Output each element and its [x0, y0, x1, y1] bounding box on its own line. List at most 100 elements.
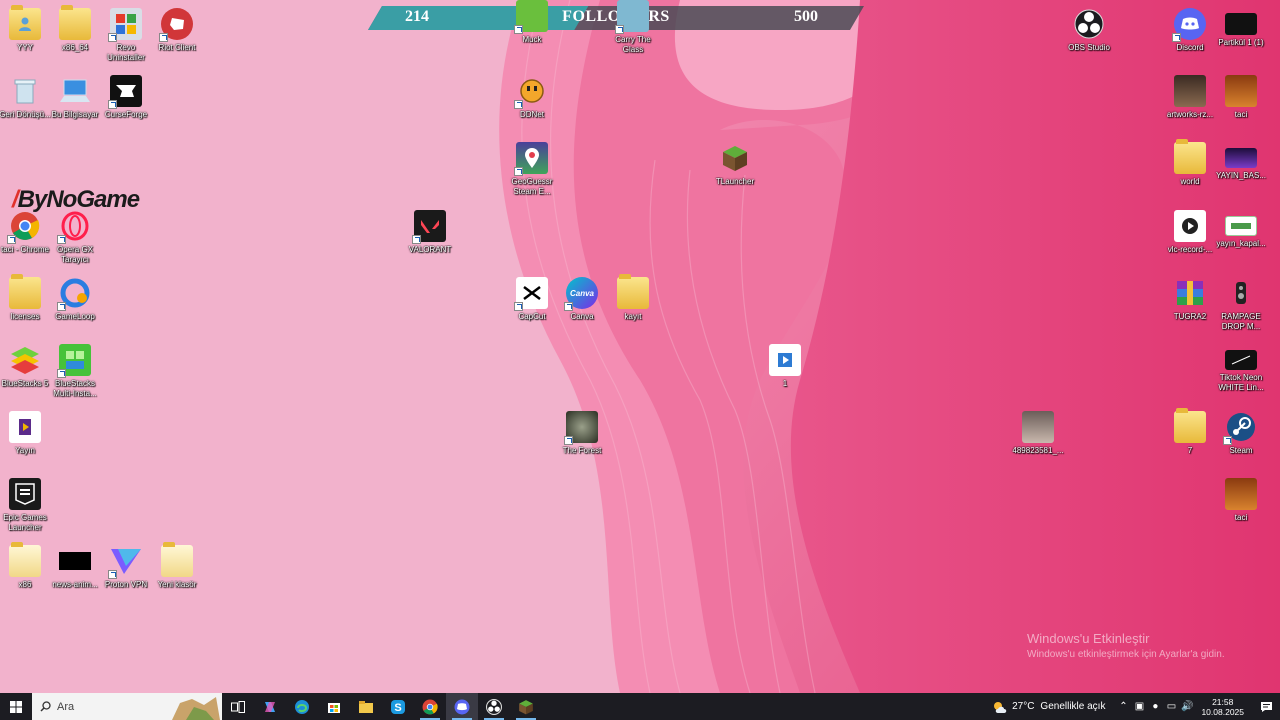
- folder-user-icon: [9, 5, 41, 40]
- clock-date: 10.08.2025: [1201, 706, 1244, 717]
- volume-icon[interactable]: 🔊: [1179, 701, 1195, 712]
- desktop-icon-tugra[interactable]: TUGRA2: [1162, 273, 1218, 339]
- taskbar-chrome[interactable]: [414, 693, 446, 720]
- desktop-icon-tiktok-neon[interactable]: Tiktok Neon WHITE Lin...: [1213, 340, 1269, 406]
- image-thumbnail-icon: [1225, 478, 1257, 510]
- chrome-icon: [422, 699, 438, 714]
- search-icon: [40, 701, 51, 712]
- desktop-icon-proton-vpn[interactable]: Proton VPN: [98, 541, 154, 607]
- chevron-up-icon[interactable]: ⌃: [1115, 701, 1131, 712]
- muck-icon: [514, 0, 548, 34]
- tlauncher-icon: [519, 699, 533, 714]
- taskbar-store[interactable]: [318, 693, 350, 720]
- desktop-icon-bluestacks-multi[interactable]: BlueStacks Multi-Insta...: [47, 340, 103, 406]
- desktop-icon-kayit[interactable]: kayıt: [605, 273, 661, 339]
- weather-widget[interactable]: 27°C Genellikle açık: [992, 700, 1105, 714]
- taskbar-search-box[interactable]: Ara: [32, 693, 222, 720]
- folder-icon: [161, 542, 193, 577]
- desktop-icon-obs[interactable]: OBS Studio: [1061, 4, 1117, 70]
- start-button[interactable]: [0, 693, 32, 720]
- desktop-icon-muck[interactable]: Muck: [504, 0, 560, 62]
- desktop-icon-yeni-klasor[interactable]: Yeni klasör: [149, 541, 205, 607]
- desktop-icon-taci-1[interactable]: taci: [1213, 71, 1269, 137]
- notification-icon: [1260, 701, 1272, 712]
- file-explorer-icon: [359, 700, 373, 713]
- notification-center-button[interactable]: [1252, 701, 1280, 713]
- desktop-icon-yayin[interactable]: Yayın: [0, 407, 53, 473]
- desktop-icon-image-489[interactable]: 489823581_...: [1010, 407, 1066, 473]
- desktop-icon-gameloop[interactable]: GameLoop: [47, 273, 103, 339]
- taskbar-tlauncher[interactable]: [510, 693, 542, 720]
- desktop-icon-taci-2[interactable]: taci: [1213, 474, 1269, 540]
- video-thumbnail-icon: [59, 545, 91, 577]
- desktop-icon-news-anim[interactable]: news-anim...: [47, 541, 103, 607]
- taskbar: Ara S 27°C Genellikle açık ⌃ ▣ ● ▭ 🔊 21:…: [0, 693, 1280, 720]
- desktop[interactable]: 214 FOLLOWERS 500 /ByNoGame YYY x86_64 R…: [0, 0, 1280, 693]
- valorant-icon: [412, 210, 446, 244]
- desktop-icon-ddnet[interactable]: DDNet: [504, 71, 560, 137]
- desktop-icon-partikul[interactable]: Partikül 1 (1): [1213, 4, 1269, 70]
- desktop-icon-yayin-bas[interactable]: YAYIN_BAS...: [1213, 138, 1269, 204]
- desktop-icon-geoguessr[interactable]: GeoGuessr Steam E...: [504, 138, 560, 204]
- folder-icon: [617, 274, 649, 309]
- desktop-icon-opera-gx[interactable]: Opera GX Tarayıcı: [47, 206, 103, 272]
- desktop-icon-curseforge[interactable]: CurseForge: [98, 71, 154, 137]
- geoguessr-icon: [514, 142, 548, 176]
- tlauncher-icon: [719, 142, 751, 174]
- desktop-icon-licenses[interactable]: licenses: [0, 273, 53, 339]
- clock[interactable]: 21:58 10.08.2025: [1201, 697, 1244, 717]
- network-icon[interactable]: ▭: [1163, 701, 1179, 712]
- obs-icon: [1073, 8, 1105, 40]
- desktop-icon-epic-games[interactable]: Epic Games Launcher: [0, 474, 53, 540]
- curseforge-icon: [108, 75, 142, 109]
- desktop-icon-recycle-bin[interactable]: Geri Dönüşü...: [0, 71, 53, 137]
- image-thumbnail-icon: [1022, 411, 1054, 443]
- media-file-icon: [769, 344, 801, 376]
- obs-icon: [486, 698, 502, 715]
- desktop-icon-the-forest[interactable]: The Forest: [554, 407, 610, 473]
- desktop-icon-rampage[interactable]: RAMPAGE DROP M...: [1213, 273, 1269, 339]
- desktop-icon-world[interactable]: world: [1162, 138, 1218, 204]
- desktop-icon-artworks[interactable]: artworks-rz...: [1162, 71, 1218, 137]
- taskbar-skype[interactable]: S: [382, 693, 414, 720]
- audio-file-icon: [1225, 277, 1257, 309]
- desktop-icon-carry-the-glass[interactable]: Carry The Glass: [605, 0, 661, 62]
- desktop-icon-discord[interactable]: Discord: [1162, 4, 1218, 70]
- meet-now-icon[interactable]: ▣: [1131, 701, 1147, 712]
- taskbar-discord[interactable]: [446, 693, 478, 720]
- desktop-icon-x86-64[interactable]: x86_64: [47, 4, 103, 70]
- desktop-icon-tlauncher[interactable]: TLauncher: [707, 138, 763, 204]
- weather-sun-icon: [994, 701, 1007, 713]
- desktop-icon-folder-7[interactable]: 7: [1162, 407, 1218, 473]
- desktop-icon-canva[interactable]: Canva Canva: [554, 273, 610, 339]
- desktop-icon-revo[interactable]: Revo Uninstaller: [98, 4, 154, 70]
- folder-icon: [1174, 139, 1206, 174]
- desktop-icon-riot[interactable]: Riot Client: [149, 4, 205, 70]
- desktop-icon-file-1[interactable]: 1: [757, 340, 813, 406]
- desktop-icon-yyy[interactable]: YYY: [0, 4, 53, 70]
- desktop-icon-vlc-record[interactable]: vlc-record-...: [1162, 206, 1218, 272]
- microphone-icon[interactable]: ●: [1147, 701, 1163, 712]
- desktop-icon-this-pc[interactable]: Bu Bilgisayar: [47, 71, 103, 137]
- desktop-icon-valorant[interactable]: VALORANT: [402, 206, 458, 272]
- desktop-icon-x86[interactable]: x86: [0, 541, 53, 607]
- capcut-icon: [514, 277, 548, 311]
- discord-icon: [454, 699, 470, 714]
- desktop-icon-steam[interactable]: Steam: [1213, 407, 1269, 473]
- edge-icon: [295, 699, 309, 714]
- riot-client-icon: [159, 8, 193, 42]
- desktop-icon-capcut[interactable]: CapCut: [504, 273, 560, 339]
- svg-text:S: S: [394, 702, 401, 714]
- skype-icon: S: [391, 699, 405, 714]
- taskbar-edge[interactable]: [286, 693, 318, 720]
- video-thumbnail-icon: [1225, 13, 1257, 35]
- task-view-button[interactable]: [222, 693, 254, 720]
- taskbar-file-explorer[interactable]: [350, 693, 382, 720]
- taskbar-obs[interactable]: [478, 693, 510, 720]
- store-icon: [328, 702, 340, 713]
- carry-the-glass-icon: [615, 0, 649, 34]
- taskbar-copilot[interactable]: [254, 693, 286, 720]
- proton-vpn-icon: [108, 545, 142, 579]
- desktop-icon-yayin-kapal[interactable]: yayın_kapal...: [1213, 206, 1269, 272]
- bluestacks-icon: [9, 344, 41, 376]
